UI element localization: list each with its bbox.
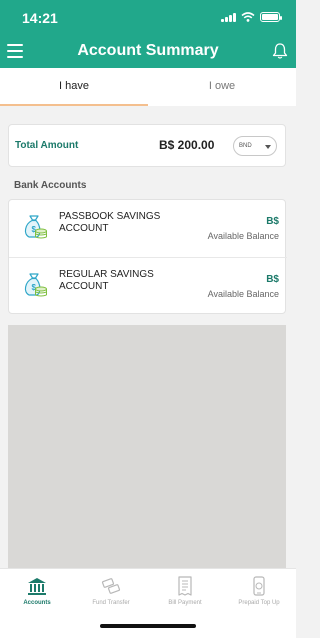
available-balance-label: Available Balance bbox=[207, 289, 279, 299]
home-indicator[interactable] bbox=[100, 624, 196, 628]
available-balance-label: Available Balance bbox=[207, 231, 279, 241]
tab-bar: I have I owe bbox=[0, 68, 296, 106]
notification-bell-icon[interactable] bbox=[271, 42, 289, 60]
status-time: 14:21 bbox=[22, 10, 58, 26]
account-row[interactable]: $ REGULAR SAVINGS ACCOUNT B$ Available B… bbox=[9, 257, 287, 314]
money-bag-icon: $ bbox=[24, 273, 47, 297]
home-indicator-area bbox=[0, 614, 296, 638]
nav-label: Accounts bbox=[23, 600, 51, 606]
status-icons bbox=[221, 12, 282, 22]
signal-icon bbox=[221, 12, 236, 22]
nav-label: Bill Payment bbox=[168, 600, 202, 606]
total-amount-value: B$ 200.00 bbox=[159, 138, 215, 152]
bottom-navigation: Accounts Fund Transfer Bill Payment Prep… bbox=[0, 568, 296, 614]
money-bag-icon: $ bbox=[24, 215, 47, 239]
nav-prepaid-top-up[interactable]: Prepaid Top Up bbox=[222, 569, 296, 614]
nav-label: Fund Transfer bbox=[92, 600, 130, 606]
total-amount-card: Total Amount B$ 200.00 BND bbox=[8, 124, 286, 167]
currency-dropdown[interactable]: BND bbox=[233, 136, 277, 156]
battery-icon bbox=[260, 12, 282, 22]
account-currency: B$ bbox=[266, 216, 279, 227]
page-title: Account Summary bbox=[77, 42, 219, 59]
chevron-down-icon bbox=[265, 145, 271, 149]
nav-fund-transfer[interactable]: Fund Transfer bbox=[74, 569, 148, 614]
status-bar: 14:21 bbox=[0, 0, 296, 34]
app-header: 14:21 Account Summary bbox=[0, 0, 296, 68]
account-name: REGULAR SAVINGS ACCOUNT bbox=[59, 269, 154, 292]
account-name: PASSBOOK SAVINGS ACCOUNT bbox=[59, 211, 161, 234]
bill-icon bbox=[178, 576, 192, 596]
phone-topup-icon bbox=[253, 576, 265, 596]
currency-value: BND bbox=[239, 143, 252, 149]
bank-icon bbox=[28, 578, 46, 595]
tab-i-have[interactable]: I have bbox=[0, 68, 148, 106]
tab-i-owe[interactable]: I owe bbox=[148, 68, 296, 106]
empty-content-area bbox=[8, 325, 286, 568]
nav-bill-payment[interactable]: Bill Payment bbox=[148, 569, 222, 614]
account-currency: B$ bbox=[266, 274, 279, 285]
bank-accounts-list: $ PASSBOOK SAVINGS ACCOUNT B$ Available … bbox=[8, 199, 287, 314]
bank-accounts-heading: Bank Accounts bbox=[14, 180, 87, 191]
transfer-icon bbox=[101, 578, 121, 594]
total-amount-label: Total Amount bbox=[15, 140, 79, 151]
wifi-icon bbox=[241, 12, 255, 22]
nav-label: Prepaid Top Up bbox=[238, 600, 280, 606]
nav-accounts[interactable]: Accounts bbox=[0, 569, 74, 614]
account-row[interactable]: $ PASSBOOK SAVINGS ACCOUNT B$ Available … bbox=[9, 200, 287, 257]
